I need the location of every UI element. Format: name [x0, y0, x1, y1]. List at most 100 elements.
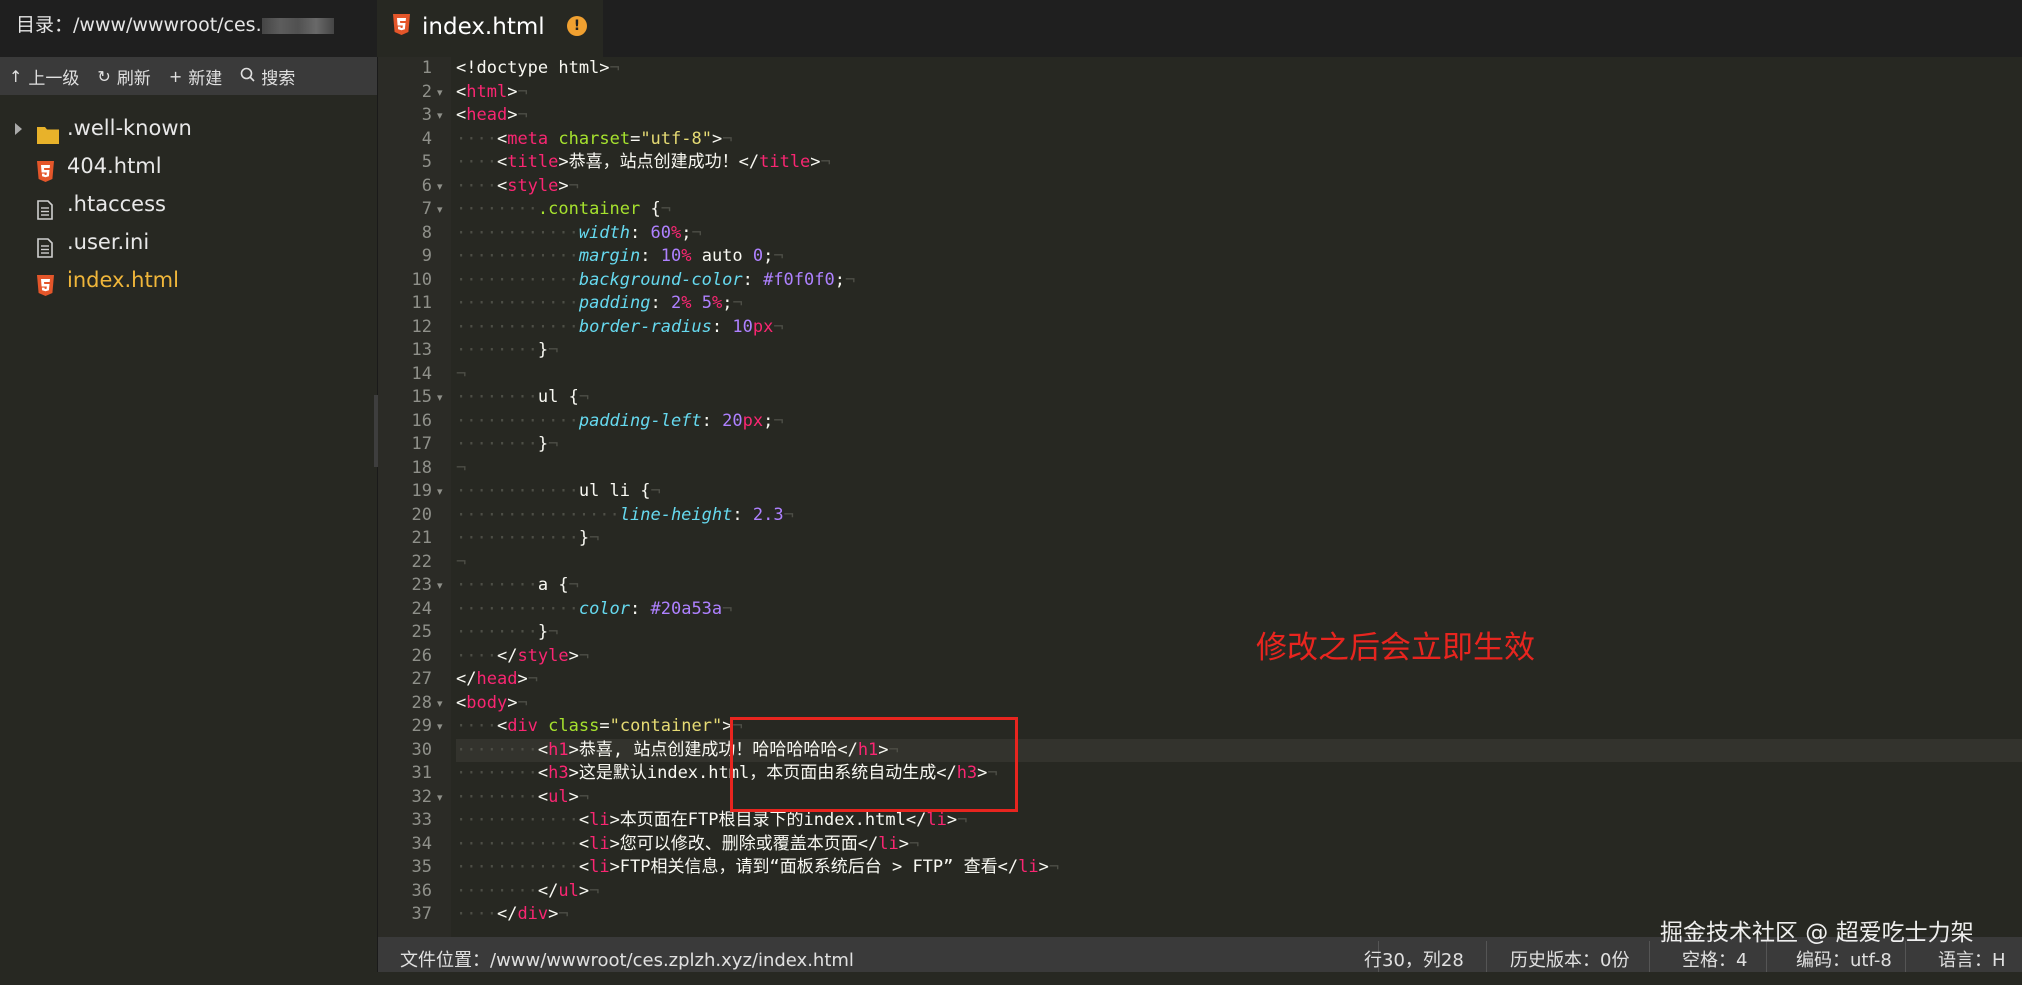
code-token: class [548, 716, 600, 736]
code-line[interactable]: ············background-color: #f0f0f0;¬ [456, 269, 855, 293]
file-item-user-ini[interactable]: .user.ini [0, 223, 377, 261]
code-token: div [507, 716, 538, 736]
code-line[interactable]: ············<li>FTP相关信息，请到“面板系统后台 > FTP”… [456, 856, 1059, 880]
code-token: ¬ [527, 669, 538, 689]
code-token: ········ [456, 387, 538, 407]
code-editor[interactable]: 1 2 ▾ 3 ▾ 4 5 6 ▾ 7 ▾ 8 9 10 11 12 13 14 15 ▾ 16 17 18 19 ▾ 20 21 2… [378, 57, 2022, 937]
file-item-htaccess[interactable]: .htaccess [0, 185, 377, 223]
code-token: > [711, 128, 723, 149]
code-token: ···· [456, 645, 497, 666]
code-line[interactable]: ················line-height: 2.3¬ [456, 504, 794, 528]
code-token: % [670, 222, 682, 243]
code-token: ¬ [578, 387, 590, 407]
up-level-label: 上一级 [28, 68, 80, 89]
code-token: </ [456, 669, 477, 689]
directory-path-text: /www/wwwroot/ces. [73, 14, 262, 36]
code-line[interactable]: ············width: 60%;¬ [456, 222, 702, 246]
code-token: ¬ [773, 246, 784, 266]
code-token: ¬ [548, 434, 559, 454]
code-line[interactable]: ············padding: 2% 5%;¬ [456, 292, 743, 316]
code-line[interactable]: ····<style>¬ [456, 175, 579, 199]
status-cursor-position[interactable]: 行30，列28 [1364, 937, 1464, 985]
search-button[interactable]: 搜索 [231, 57, 304, 95]
fold-arrow-icon[interactable]: ▾ [437, 175, 443, 199]
expand-arrow-icon[interactable] [15, 123, 22, 135]
code-token: > [810, 152, 821, 172]
code-line[interactable]: ············margin: 10% auto 0;¬ [456, 245, 784, 269]
code-line[interactable]: ¬ [456, 363, 466, 387]
code-line[interactable]: ············<li>本页面在FTP根目录下的index.html</… [456, 809, 967, 833]
code-token: body [466, 692, 508, 713]
code-token: charset [558, 128, 631, 149]
code-line[interactable]: ····<div class="container">¬ [456, 715, 743, 739]
code-line[interactable]: ········<h1>恭喜, 站点创建成功！哈哈哈哈哈</h1>¬ [456, 738, 2022, 762]
code-line[interactable]: ········}¬ [456, 339, 558, 363]
code-token: ¬ [568, 575, 579, 595]
code-line[interactable]: <head>¬ [456, 104, 528, 128]
code-token: ¬ [578, 645, 590, 666]
code-line[interactable]: ¬ [456, 551, 466, 575]
code-line[interactable]: ········a {¬ [456, 574, 579, 598]
code-token: <!doctype html> [456, 58, 610, 78]
code-token: ; [763, 410, 774, 431]
code-token: ¬ [609, 58, 620, 78]
refresh-button[interactable]: ↻ 刷新 [88, 57, 159, 95]
file-item-404-html[interactable]: 404.html [0, 147, 377, 185]
code-token: background-color [578, 269, 743, 290]
code-line[interactable]: ········}¬ [456, 433, 558, 457]
code-line[interactable]: ········<ul>¬ [456, 786, 589, 810]
fold-arrow-icon[interactable]: ▾ [437, 104, 443, 128]
code-line[interactable]: ····<meta charset="utf-8">¬ [456, 128, 732, 152]
line-number: 23 [411, 575, 432, 595]
fold-arrow-icon[interactable]: ▾ [437, 81, 443, 105]
code-token: < [456, 81, 467, 102]
line-number: 6 [421, 175, 432, 196]
code-token: >恭喜，站点创建成功！</ [558, 152, 760, 172]
code-line[interactable]: ········.container {¬ [456, 198, 671, 222]
blurred-text [261, 17, 334, 34]
code-line[interactable]: ····</div>¬ [456, 903, 569, 927]
code-token: < [496, 152, 508, 172]
code-line[interactable]: ········ul {¬ [456, 386, 589, 410]
fold-arrow-icon[interactable]: ▾ [437, 480, 443, 504]
code-token: ¬ [722, 598, 733, 619]
code-line[interactable]: ····<title>恭喜，站点创建成功！</title>¬ [456, 151, 831, 175]
code-token: < [537, 739, 549, 760]
code-line[interactable]: ············ul li {¬ [456, 480, 661, 504]
code-line[interactable]: <body>¬ [456, 692, 528, 716]
refresh-icon: ↻ [97, 66, 111, 86]
fold-arrow-icon[interactable]: ▾ [437, 386, 443, 410]
file-item-well-known[interactable]: .well-known [0, 109, 377, 147]
status-history[interactable]: 历史版本：0份 [1510, 937, 1629, 985]
code-token: : [640, 246, 661, 266]
code-line[interactable]: ····</style>¬ [456, 645, 589, 669]
code-token: ¬ [548, 340, 559, 360]
code-line[interactable]: <!doctype html>¬ [456, 57, 620, 81]
fold-arrow-icon[interactable]: ▾ [437, 574, 443, 598]
fold-arrow-icon[interactable]: ▾ [437, 715, 443, 739]
code-token: : [650, 293, 671, 313]
code-line[interactable]: ············padding-left: 20px;¬ [456, 410, 784, 434]
up-level-button[interactable]: ↑ 上一级 [0, 57, 88, 95]
code-line[interactable]: ········</ul>¬ [456, 880, 599, 904]
code-line[interactable]: ········}¬ [456, 621, 558, 645]
new-button[interactable]: + 新建 [160, 57, 231, 95]
code-token: px [752, 316, 774, 337]
warning-icon[interactable]: ! [567, 16, 587, 36]
fold-arrow-icon[interactable]: ▾ [437, 198, 443, 222]
code-line[interactable]: </head>¬ [456, 668, 538, 692]
fold-arrow-icon[interactable]: ▾ [437, 786, 443, 810]
code-token: > [507, 81, 518, 102]
line-number: 33 [411, 810, 432, 830]
code-line[interactable]: <html>¬ [456, 81, 528, 105]
code-line[interactable]: ············color: #20a53a¬ [456, 598, 732, 622]
code-token: ¬ [558, 904, 569, 924]
file-item-index-html[interactable]: index.html [0, 261, 377, 299]
fold-arrow-icon[interactable]: ▾ [437, 692, 443, 716]
code-token: ¬ [1048, 857, 1060, 877]
tab-index-html[interactable]: index.html ! [377, 0, 603, 57]
code-line[interactable]: ············}¬ [456, 527, 599, 551]
code-line[interactable]: ¬ [456, 457, 466, 481]
code-line[interactable]: ············border-radius: 10px¬ [456, 316, 784, 340]
code-line[interactable]: ············<li>您可以修改、删除或覆盖本页面</li>¬ [456, 833, 919, 857]
